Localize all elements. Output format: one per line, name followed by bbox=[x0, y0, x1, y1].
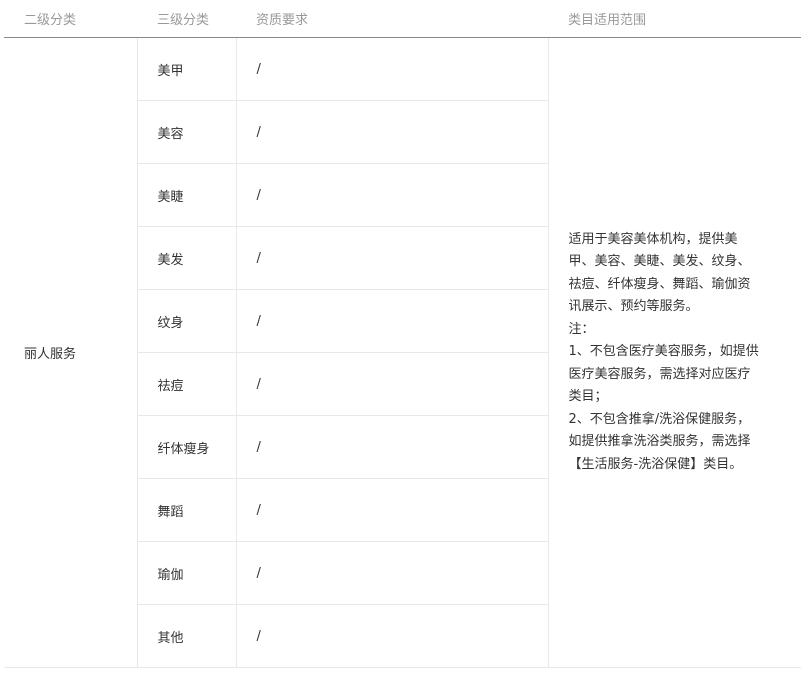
qualification-cell: / bbox=[235, 163, 548, 227]
level3-category-cell: 舞蹈 bbox=[136, 478, 236, 542]
level3-category-cell: 纤体瘦身 bbox=[136, 415, 236, 479]
scope-text-line: 2、不包含推拿/洗浴保健服务， bbox=[568, 411, 751, 427]
scope-cell: 适用于美容美体机构，提供美 甲、美容、美睫、美发、纹身、 祛痘、纤体瘦身、舞蹈、瑜伽… bbox=[547, 37, 801, 668]
header-level2-category: 二级分类 bbox=[4, 0, 137, 38]
scope-text-line: 如提供推拿洗浴类服务，需选择 bbox=[568, 434, 751, 450]
header-row: 二级分类 三级分类 资质要求 类目适用范围 bbox=[4, 0, 801, 38]
qualification-cell: / bbox=[235, 100, 548, 164]
qualification-cell: / bbox=[235, 352, 548, 416]
header-level3-category: 三级分类 bbox=[137, 0, 236, 38]
qualification-cell: / bbox=[235, 415, 548, 479]
scope-text-line: 祛痘、纤体瘦身、舞蹈、瑜伽资 bbox=[568, 276, 751, 292]
category-table-container: 二级分类 三级分类 资质要求 类目适用范围 丽人服务 美甲 / 适用于美容美体机构，提… bbox=[0, 0, 801, 674]
qualification-cell: / bbox=[235, 541, 548, 605]
scope-text-line: 适用于美容美体机构，提供美 bbox=[568, 231, 738, 247]
qualification-cell: / bbox=[235, 226, 548, 290]
level3-category-cell: 美甲 bbox=[136, 37, 236, 101]
level3-category-cell: 纹身 bbox=[136, 289, 236, 353]
scope-text-line: 类目； bbox=[568, 389, 608, 405]
scope-text-line: 【生活服务-洗浴保健】类目。 bbox=[568, 456, 743, 472]
level2-category-cell: 丽人服务 bbox=[4, 37, 137, 668]
qualification-cell: / bbox=[235, 604, 548, 668]
scope-text-line: 医疗美容服务，需选择对应医疗 bbox=[568, 366, 751, 382]
scope-text-line: 讯展示、预约等服务。 bbox=[568, 299, 699, 315]
qualification-cell: / bbox=[235, 289, 548, 353]
header-scope: 类目适用范围 bbox=[548, 0, 801, 38]
scope-text-line: 1、不包含医疗美容服务，如提供 bbox=[568, 344, 759, 360]
level3-category-cell: 其他 bbox=[136, 604, 236, 668]
table-row: 丽人服务 美甲 / 适用于美容美体机构，提供美 甲、美容、美睫、美发、纹身、 祛痘、纤体瘦… bbox=[4, 37, 801, 668]
header-qualification: 资质要求 bbox=[236, 0, 548, 38]
level3-category-cell: 瑜伽 bbox=[136, 541, 236, 605]
table-body: 丽人服务 美甲 / 适用于美容美体机构，提供美 甲、美容、美睫、美发、纹身、 祛痘、纤体瘦… bbox=[4, 37, 801, 668]
level3-category-cell: 美睫 bbox=[136, 163, 236, 227]
qualification-cell: / bbox=[235, 478, 548, 542]
level3-category-cell: 美容 bbox=[136, 100, 236, 164]
level3-category-cell: 美发 bbox=[136, 226, 236, 290]
table-header: 二级分类 三级分类 资质要求 类目适用范围 bbox=[4, 0, 801, 38]
scope-text-line: 甲、美容、美睫、美发、纹身、 bbox=[568, 254, 751, 270]
scope-text-line: 注： bbox=[568, 321, 595, 337]
category-table: 二级分类 三级分类 资质要求 类目适用范围 丽人服务 美甲 / 适用于美容美体机构，提… bbox=[4, 0, 801, 668]
qualification-cell: / bbox=[235, 37, 548, 101]
level3-category-cell: 祛痘 bbox=[136, 352, 236, 416]
